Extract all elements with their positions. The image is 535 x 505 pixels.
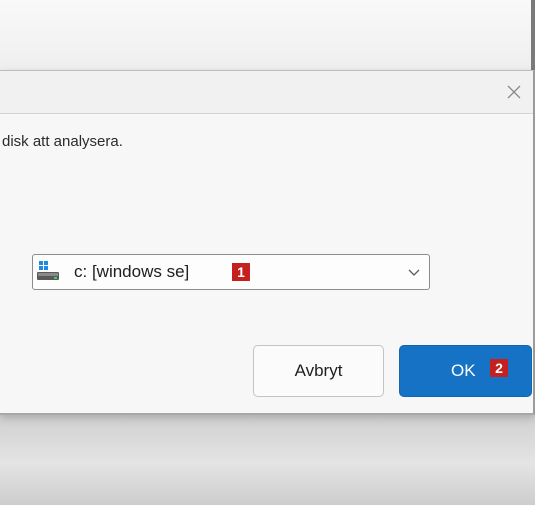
- cancel-button-label: Avbryt: [294, 361, 343, 380]
- cancel-button[interactable]: Avbryt: [253, 345, 384, 397]
- close-icon: [507, 85, 521, 99]
- instruction-text: disk att analysera.: [2, 133, 123, 150]
- drive-select[interactable]: c: [windows se] 1: [32, 254, 430, 290]
- dialog-content: disk att analysera. c: [windows se] 1 Av…: [0, 114, 533, 413]
- close-button[interactable]: [499, 77, 529, 107]
- dialog-titlebar: [0, 71, 533, 114]
- step-badge-1: 1: [232, 263, 250, 281]
- background-area: [0, 413, 535, 505]
- background-window: [0, 0, 535, 70]
- drive-icon: [37, 261, 59, 280]
- ok-button-label: OK: [451, 361, 476, 380]
- step-badge-2: 2: [490, 359, 508, 377]
- ok-button[interactable]: OK 2: [399, 345, 532, 397]
- chevron-down-icon: [408, 269, 420, 276]
- background-window-edge: [531, 0, 535, 72]
- select-drive-dialog: disk att analysera. c: [windows se] 1 Av…: [0, 70, 535, 415]
- drive-select-value: c: [windows se]: [74, 262, 190, 281]
